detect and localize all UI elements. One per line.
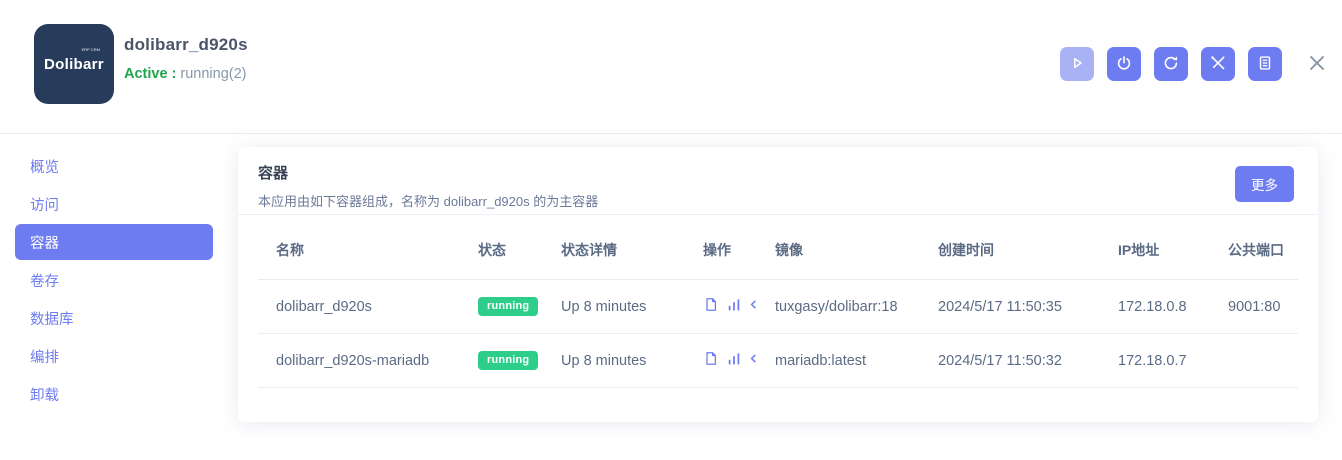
- app-header: Dolibarr ERP CRM dolibarr_d920s Active :r…: [0, 0, 1342, 133]
- dolibarr-logo: Dolibarr ERP CRM: [34, 24, 114, 104]
- table-row: dolibarr_d920s running Up 8 minutes: [258, 280, 1298, 334]
- sidebar-item-containers[interactable]: 容器: [15, 224, 213, 260]
- header-actions: [1060, 47, 1330, 81]
- column-status-detail: 状态详情: [543, 215, 685, 280]
- restart-button[interactable]: [1154, 47, 1188, 81]
- sidebar-item-uninstall[interactable]: 卸载: [0, 375, 238, 413]
- cell-ports: 9001:80: [1210, 280, 1298, 334]
- container-stats-button[interactable]: [726, 296, 742, 316]
- column-status: 状态: [460, 215, 543, 280]
- sidebar-item-database[interactable]: 数据库: [0, 299, 238, 337]
- sidebar-item-volumes[interactable]: 卷存: [0, 261, 238, 299]
- app-detail-page: { "header": { "logo_text": "Dolibarr", "…: [0, 0, 1342, 460]
- container-stats-button[interactable]: [726, 350, 742, 370]
- cell-image: mariadb:latest: [757, 334, 920, 388]
- containers-table: 名称 状态 状态详情 操作 镜像 创建时间 IP地址 公共端口 dolibarr…: [258, 215, 1298, 388]
- container-terminal-button[interactable]: [749, 296, 757, 316]
- cell-created: 2024/5/17 11:50:32: [920, 334, 1100, 388]
- column-ports: 公共端口: [1210, 215, 1298, 280]
- cell-image: tuxgasy/dolibarr:18: [757, 280, 920, 334]
- power-icon: [1115, 54, 1133, 75]
- column-image: 镜像: [757, 215, 920, 280]
- column-name: 名称: [258, 215, 460, 280]
- close-button[interactable]: [1304, 51, 1330, 77]
- sidebar-item-overview[interactable]: 概览: [0, 147, 238, 185]
- page-title: dolibarr_d920s: [124, 35, 248, 55]
- cell-status-detail: Up 8 minutes: [543, 280, 685, 334]
- cell-ip: 172.18.0.8: [1100, 280, 1210, 334]
- play-icon: [1068, 54, 1086, 75]
- status-line: Active :running(2): [124, 66, 248, 82]
- cell-status-detail: Up 8 minutes: [543, 334, 685, 388]
- row-actions: [703, 296, 757, 316]
- logs-document-icon: [1256, 54, 1274, 75]
- cell-container-name: dolibarr_d920s: [258, 280, 460, 334]
- bar-chart-icon: [726, 296, 742, 316]
- header-divider: [0, 133, 1342, 134]
- sidebar-item-access[interactable]: 访问: [0, 185, 238, 223]
- logs-button[interactable]: [1248, 47, 1282, 81]
- table-header-row: 名称 状态 状态详情 操作 镜像 创建时间 IP地址 公共端口: [258, 215, 1298, 280]
- file-icon: [703, 296, 719, 316]
- dolibarr-logo-sup: ERP CRM: [82, 47, 100, 52]
- close-icon: [1306, 52, 1328, 77]
- column-actions: 操作: [685, 215, 757, 280]
- row-actions: [703, 350, 757, 370]
- column-ip: IP地址: [1100, 215, 1210, 280]
- status-badge: running: [478, 297, 538, 316]
- cell-container-name: dolibarr_d920s-mariadb: [258, 334, 460, 388]
- sidebar: 概览 访问 容器 卷存 数据库 编排 卸载: [0, 147, 238, 413]
- container-logs-button[interactable]: [703, 296, 719, 316]
- repair-tools-icon: [1209, 54, 1227, 75]
- column-created: 创建时间: [920, 215, 1100, 280]
- cell-created: 2024/5/17 11:50:35: [920, 280, 1100, 334]
- cell-ip: 172.18.0.7: [1100, 334, 1210, 388]
- table-row: dolibarr_d920s-mariadb running Up 8 minu…: [258, 334, 1298, 388]
- start-button[interactable]: [1060, 47, 1094, 81]
- container-terminal-button[interactable]: [749, 350, 757, 370]
- card-description: 本应用由如下容器组成，名称为 dolibarr_d920s 的为主容器: [258, 191, 1298, 210]
- status-badge: running: [478, 351, 538, 370]
- bar-chart-icon: [726, 350, 742, 370]
- status-label: Active :: [124, 66, 176, 82]
- more-button[interactable]: 更多: [1235, 166, 1294, 202]
- status-value: running(2): [180, 66, 246, 82]
- card-header: 容器 本应用由如下容器组成，名称为 dolibarr_d920s 的为主容器 更…: [238, 147, 1318, 215]
- card-title: 容器: [258, 162, 1298, 183]
- repair-button[interactable]: [1201, 47, 1235, 81]
- restart-icon: [1162, 54, 1180, 75]
- container-logs-button[interactable]: [703, 350, 719, 370]
- code-brackets-icon: [749, 350, 757, 370]
- title-block: dolibarr_d920s Active :running(2): [124, 35, 248, 82]
- file-icon: [703, 350, 719, 370]
- power-button[interactable]: [1107, 47, 1141, 81]
- containers-card: 容器 本应用由如下容器组成，名称为 dolibarr_d920s 的为主容器 更…: [238, 147, 1318, 422]
- code-brackets-icon: [749, 296, 757, 316]
- cell-ports: [1210, 334, 1298, 388]
- sidebar-item-compose[interactable]: 编排: [0, 337, 238, 375]
- dolibarr-logo-text: Dolibarr: [44, 56, 104, 73]
